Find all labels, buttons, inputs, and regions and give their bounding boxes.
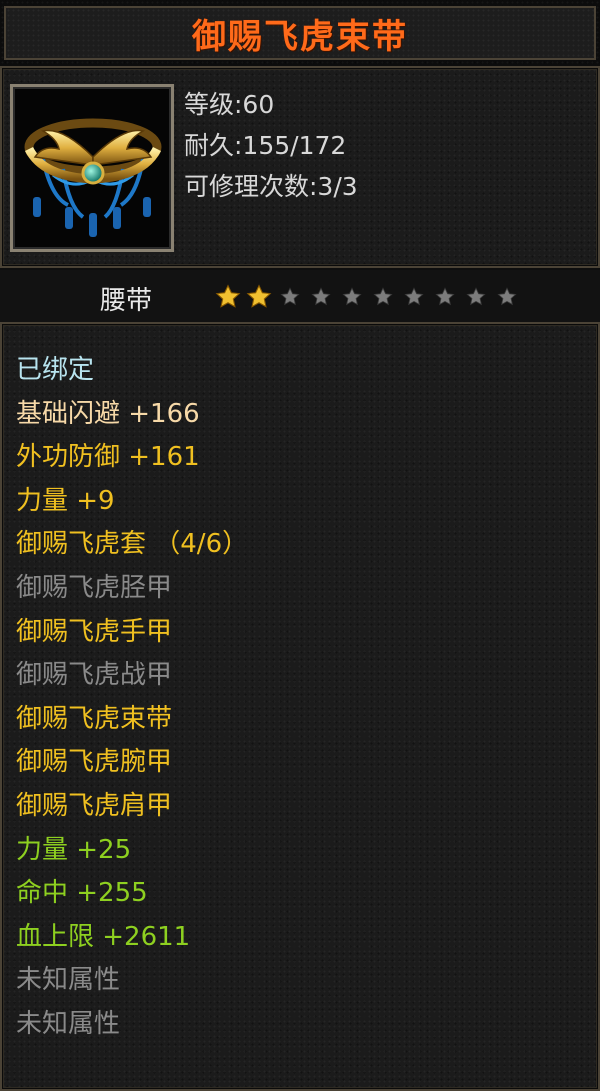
attribute-line: 御赐飞虎套 （4/6） — [16, 529, 249, 560]
attribute-line: 基础闪避 +166 — [16, 398, 200, 429]
attribute-list: 已绑定基础闪避 +166 外功防御 +161 力量 +9 御赐飞虎套 （4/6） 御赐飞… — [16, 349, 248, 1047]
star-empty-icon — [429, 282, 460, 312]
star-empty-icon — [491, 282, 522, 312]
star-empty-icon — [398, 282, 429, 312]
star-empty-icon — [274, 282, 305, 312]
star-empty-icon — [367, 282, 398, 312]
attribute-line: 御赐飞虎战甲 — [16, 660, 173, 691]
attribute-line: 御赐飞虎肩甲 — [16, 790, 173, 821]
item-type: 腰带 — [100, 286, 153, 316]
attribute-line: 御赐飞虎手甲 — [16, 616, 173, 647]
attribute-line: 未知属性 — [16, 1008, 121, 1039]
attribute-line: 命中 +255 — [16, 878, 148, 909]
item-stats: 等级:60 耐久:155/172 可修理次数:3/3 — [184, 84, 358, 207]
star-rating — [212, 282, 522, 312]
attribute-line: 外功防御 +161 — [16, 442, 200, 473]
star-empty-icon — [336, 282, 367, 312]
durability-stat: 耐久:155/172 — [184, 131, 347, 160]
attribute-line: 血上限 +2611 — [16, 921, 191, 952]
star-filled-icon — [212, 282, 243, 312]
title-frame: 御赐飞虎束带 — [4, 6, 596, 60]
attribute-line: 御赐飞虎腕甲 — [16, 747, 173, 778]
belt-icon — [24, 118, 162, 237]
star-empty-icon — [305, 282, 336, 312]
attribute-line: 未知属性 — [16, 965, 121, 996]
attribute-line: 御赐飞虎胫甲 — [16, 572, 173, 603]
level-stat: 等级:60 — [184, 90, 275, 119]
item-icon-slot — [10, 84, 174, 252]
attribute-line: 力量 +9 — [16, 485, 115, 516]
star-empty-icon — [460, 282, 491, 312]
tooltip-title-bar: 御赐飞虎束带 — [0, 0, 600, 68]
attribute-line: 已绑定 — [16, 355, 95, 385]
item-name: 御赐飞虎束带 — [192, 16, 408, 57]
attribute-line: 力量 +25 — [16, 834, 132, 865]
star-filled-icon — [243, 282, 274, 312]
repair-count-stat: 可修理次数:3/3 — [184, 172, 358, 201]
attribute-line: 御赐飞虎束带 — [16, 703, 173, 734]
